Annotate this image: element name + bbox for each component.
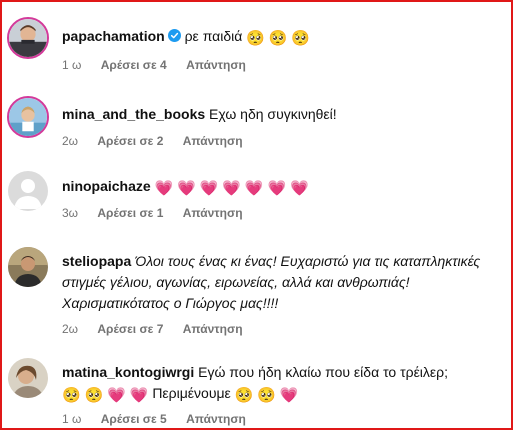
pink-heart-emoji: 💗: [279, 387, 299, 404]
likes-count-link[interactable]: Αρέσει σε 7: [97, 322, 163, 336]
pleading-face-emoji: 🥺: [246, 30, 265, 47]
pleading-face-emoji: 🥺: [62, 387, 81, 404]
avatar[interactable]: [7, 17, 49, 59]
pleading-face-emoji: 🥺: [268, 30, 288, 47]
comment-meta: 1 ω Αρέσει σε 5 Απάντηση: [62, 412, 246, 426]
avatar[interactable]: [8, 358, 48, 398]
comment-username[interactable]: mina_and_the_books: [62, 106, 205, 122]
reply-button[interactable]: Απάντηση: [183, 322, 243, 336]
pink-heart-emoji: 💗: [290, 180, 309, 197]
verified-badge-icon: [167, 29, 181, 42]
comments-panel: papachamation ρε παιδιά 🥺 🥺 🥺 1 ω Αρέσει…: [0, 0, 513, 430]
comment-text: Περιμένουμε: [152, 385, 231, 401]
comment-time: 3ω: [62, 206, 79, 220]
profile-photo-icon: [9, 98, 47, 136]
comment-meta: 2ω Αρέσει σε 2 Απάντηση: [62, 134, 243, 148]
likes-count-link[interactable]: Αρέσει σε 4: [101, 58, 167, 72]
pink-heart-emoji: 💗: [154, 180, 174, 197]
avatar[interactable]: [8, 247, 48, 287]
reply-button[interactable]: Απάντηση: [186, 412, 246, 426]
reply-button[interactable]: Απάντηση: [183, 134, 243, 148]
pink-heart-emoji: 💗: [267, 180, 287, 197]
avatar[interactable]: [8, 171, 48, 211]
likes-count-link[interactable]: Αρέσει σε 5: [101, 412, 167, 426]
pink-heart-emoji: 💗: [107, 387, 126, 404]
profile-photo-icon: [9, 19, 47, 57]
comment-username[interactable]: ninopaichaze: [62, 178, 151, 194]
pink-heart-emoji: 💗: [129, 387, 149, 404]
pink-heart-emoji: 💗: [177, 180, 196, 197]
comment-username[interactable]: matina_kontogiwrgi: [62, 364, 194, 380]
likes-count-link[interactable]: Αρέσει σε 2: [97, 134, 163, 148]
avatar[interactable]: [7, 96, 49, 138]
comment-text: Εγώ που ήδη κλαίω που είδα το τρέιλερ;: [198, 364, 449, 380]
reply-button[interactable]: Απάντηση: [186, 58, 246, 72]
comment-text: ρε παιδιά: [184, 28, 243, 44]
comment-time: 2ω: [62, 134, 79, 148]
comment-time: 1 ω: [62, 412, 82, 426]
pleading-face-emoji: 🥺: [234, 387, 254, 404]
pleading-face-emoji: 🥺: [84, 387, 104, 404]
comment-username[interactable]: steliopapa: [62, 253, 131, 269]
comment-time: 2ω: [62, 322, 79, 336]
comment-text: Εχω ηδη συγκινηθεί!: [209, 106, 337, 122]
profile-photo-icon: [8, 358, 48, 398]
pink-heart-emoji: 💗: [244, 180, 264, 197]
pleading-face-emoji: 🥺: [257, 387, 276, 404]
default-avatar-icon: [8, 171, 48, 211]
comment-username[interactable]: papachamation: [62, 28, 165, 44]
pleading-face-emoji: 🥺: [291, 30, 311, 47]
pink-heart-emoji: 💗: [222, 180, 241, 197]
likes-count-link[interactable]: Αρέσει σε 1: [97, 206, 163, 220]
comment-meta: 3ω Αρέσει σε 1 Απάντηση: [62, 206, 243, 220]
comment-time: 1 ω: [62, 58, 82, 72]
reply-button[interactable]: Απάντηση: [183, 206, 243, 220]
profile-photo-icon: [8, 247, 48, 287]
pink-heart-emoji: 💗: [199, 180, 219, 197]
comment-meta: 2ω Αρέσει σε 7 Απάντηση: [62, 322, 243, 336]
comment-meta: 1 ω Αρέσει σε 4 Απάντηση: [62, 58, 246, 72]
